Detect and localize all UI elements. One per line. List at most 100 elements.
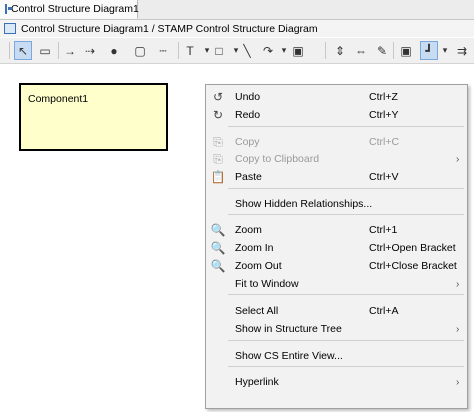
menu-item-show-in-structure-tree[interactable]: Show in Structure Tree › bbox=[206, 320, 467, 338]
menu-item-zoom-in[interactable]: 🔍 Zoom In Ctrl+Open Bracket bbox=[206, 239, 467, 257]
menu-item-label: Hyperlink bbox=[235, 376, 279, 388]
curve-tool-button[interactable]: ↷ bbox=[260, 41, 276, 60]
diagram-path-bar: Control Structure Diagram1 / STAMP Contr… bbox=[0, 20, 474, 37]
layout-tool-button[interactable]: ┛ bbox=[420, 41, 438, 60]
zoom-out-icon: 🔍 bbox=[210, 259, 226, 273]
rectangle-tool-icon: □ bbox=[215, 43, 223, 58]
submenu-arrow-icon: › bbox=[456, 323, 460, 335]
menu-item-show-hidden-relationships[interactable]: Show Hidden Relationships... bbox=[206, 195, 467, 213]
menu-item-shortcut: Ctrl+Z bbox=[369, 91, 398, 103]
tab-bar: Control Structure Diagram1 bbox=[0, 0, 474, 20]
menu-item-shortcut: Ctrl+V bbox=[369, 171, 399, 183]
curve-tool-dropdown-arrow[interactable]: ▾ bbox=[280, 41, 288, 60]
menu-item-fit-to-window[interactable]: Fit to Window › bbox=[206, 275, 467, 293]
menu-item-redo[interactable]: ↻ Redo Ctrl+Y bbox=[206, 106, 467, 124]
pin-tool-button[interactable]: ✎ bbox=[375, 41, 389, 60]
menu-item-label: Zoom Out bbox=[235, 260, 282, 272]
copy-clipboard-icon: ⎘ bbox=[213, 151, 223, 166]
select-tool-button[interactable]: ↖ bbox=[14, 41, 32, 60]
frame-tool-button[interactable]: ▣ bbox=[398, 41, 414, 60]
menu-item-copy[interactable]: ⎘ Copy Ctrl+C bbox=[206, 133, 467, 151]
dotted-line-tool-icon: ┄ bbox=[159, 43, 167, 58]
menu-separator bbox=[228, 366, 464, 367]
layout-tool-icon: ┛ bbox=[425, 43, 433, 58]
menu-item-zoom[interactable]: 🔍 Zoom Ctrl+1 bbox=[206, 221, 467, 239]
dotted-line-tool-button[interactable]: ┄ bbox=[155, 41, 171, 60]
menu-item-label: Copy to Clipboard bbox=[235, 153, 320, 165]
menu-separator bbox=[228, 294, 464, 295]
undo-icon: ↺ bbox=[212, 90, 224, 104]
text-tool-icon: T bbox=[186, 43, 194, 58]
line-tool-icon: ╲ bbox=[243, 43, 251, 58]
rectangle-tool-button[interactable]: □ bbox=[212, 41, 226, 60]
menu-item-shortcut: Ctrl+1 bbox=[369, 224, 398, 236]
horizontal-spacing-tool-button[interactable]: ⇔ bbox=[353, 41, 369, 60]
control-action-tool-button[interactable]: → bbox=[62, 41, 78, 60]
menu-item-hyperlink[interactable]: Hyperlink › bbox=[206, 373, 467, 391]
horizontal-spacing-tool-icon: ⇔ bbox=[355, 43, 367, 58]
menu-item-undo[interactable]: ↺ Undo Ctrl+Z bbox=[206, 88, 467, 106]
line-tool-button[interactable]: ╲ bbox=[239, 41, 255, 60]
toolbar-separator bbox=[325, 42, 326, 59]
zoom-in-icon: 🔍 bbox=[210, 241, 226, 255]
menu-separator bbox=[228, 188, 464, 189]
image-tool-icon: ▣ bbox=[292, 43, 304, 58]
menu-item-label: Copy bbox=[235, 136, 260, 148]
curve-tool-icon: ↷ bbox=[262, 43, 274, 58]
menu-item-label: Undo bbox=[235, 91, 261, 103]
diagram-tab[interactable]: Control Structure Diagram1 bbox=[0, 0, 139, 19]
paste-icon: 📋 bbox=[210, 170, 226, 184]
note-tool-icon: ▢ bbox=[134, 43, 146, 58]
menu-item-label: Fit to Window bbox=[235, 278, 299, 290]
image-tool-button[interactable]: ▣ bbox=[290, 41, 306, 60]
menu-item-paste[interactable]: 📋 Paste Ctrl+V bbox=[206, 168, 467, 186]
menu-item-label: Show in Structure Tree bbox=[235, 323, 342, 335]
menu-item-label: Show CS Entire View... bbox=[235, 350, 343, 362]
menu-item-label: Select All bbox=[235, 305, 279, 317]
note-tool-button[interactable]: ▢ bbox=[132, 41, 148, 60]
component-label: Component1 bbox=[28, 93, 89, 105]
component-tool-button[interactable]: ▭ bbox=[36, 41, 54, 60]
menu-item-shortcut: Ctrl+C bbox=[369, 136, 400, 148]
component-tool-icon: ▭ bbox=[39, 43, 51, 58]
diagram-path: Control Structure Diagram1 / STAMP Contr… bbox=[21, 22, 318, 35]
text-tool-dropdown-arrow[interactable]: ▾ bbox=[203, 41, 211, 60]
menu-item-label: Show Hidden Relationships... bbox=[235, 198, 373, 210]
frame-tool-icon: ▣ bbox=[400, 43, 412, 58]
redo-icon: ↻ bbox=[212, 108, 224, 122]
context-menu: ↺ Undo Ctrl+Z ↻ Redo Ctrl+Y ⎘ Copy Ctrl+C ⎘ Copy t… bbox=[205, 84, 468, 409]
point-tool-button[interactable]: ● bbox=[107, 41, 121, 60]
menu-separator bbox=[228, 340, 464, 341]
submenu-arrow-icon: › bbox=[456, 376, 460, 388]
diagram-icon bbox=[5, 4, 12, 14]
menu-item-select-all[interactable]: Select All Ctrl+A bbox=[206, 302, 467, 320]
control-action-tool-icon: → bbox=[64, 43, 76, 58]
vertical-spacing-tool-icon: ⇕ bbox=[334, 43, 346, 58]
copy-icon: ⎘ bbox=[213, 134, 223, 149]
vertical-spacing-tool-button[interactable]: ⇕ bbox=[332, 41, 348, 60]
toolbar-separator bbox=[9, 42, 10, 59]
menu-item-label: Zoom bbox=[235, 224, 262, 236]
feedback-tool-button[interactable]: ⇢ bbox=[82, 41, 98, 60]
diagram-icon bbox=[4, 23, 16, 34]
menu-item-shortcut: Ctrl+Y bbox=[369, 109, 399, 121]
menu-item-shortcut: Ctrl+Open Bracket bbox=[369, 242, 456, 254]
layout-tool-dropdown-arrow[interactable]: ▾ bbox=[441, 41, 449, 60]
routing-tool-button[interactable]: ⇉ bbox=[453, 41, 471, 60]
diagram-toolbar: ↖ ▭ → ⇢ ● ▢ ┄ T ▾ □ ▾ ╲ ↷ ▾ ▣ ⇕ ⇔ ✎ ▣ ┛ ▾ ⇉ bbox=[0, 38, 474, 64]
component-shape[interactable]: Component1 bbox=[19, 83, 168, 151]
menu-item-label: Redo bbox=[235, 109, 261, 121]
zoom-icon: 🔍 bbox=[210, 223, 226, 237]
menu-item-copy-to-clipboard[interactable]: ⎘ Copy to Clipboard › bbox=[206, 150, 467, 168]
point-tool-icon: ● bbox=[110, 43, 118, 58]
feedback-tool-icon: ⇢ bbox=[84, 43, 96, 58]
menu-item-shortcut: Ctrl+A bbox=[369, 305, 399, 317]
menu-item-show-cs-entire-view[interactable]: Show CS Entire View... bbox=[206, 347, 467, 365]
pin-tool-icon: ✎ bbox=[376, 43, 388, 58]
menu-item-zoom-out[interactable]: 🔍 Zoom Out Ctrl+Close Bracket bbox=[206, 257, 467, 275]
submenu-arrow-icon: › bbox=[456, 153, 460, 165]
menu-separator bbox=[228, 126, 464, 127]
tab-label: Control Structure Diagram1 bbox=[11, 3, 139, 15]
text-tool-button[interactable]: T bbox=[183, 41, 197, 60]
menu-item-label: Paste bbox=[235, 171, 262, 183]
